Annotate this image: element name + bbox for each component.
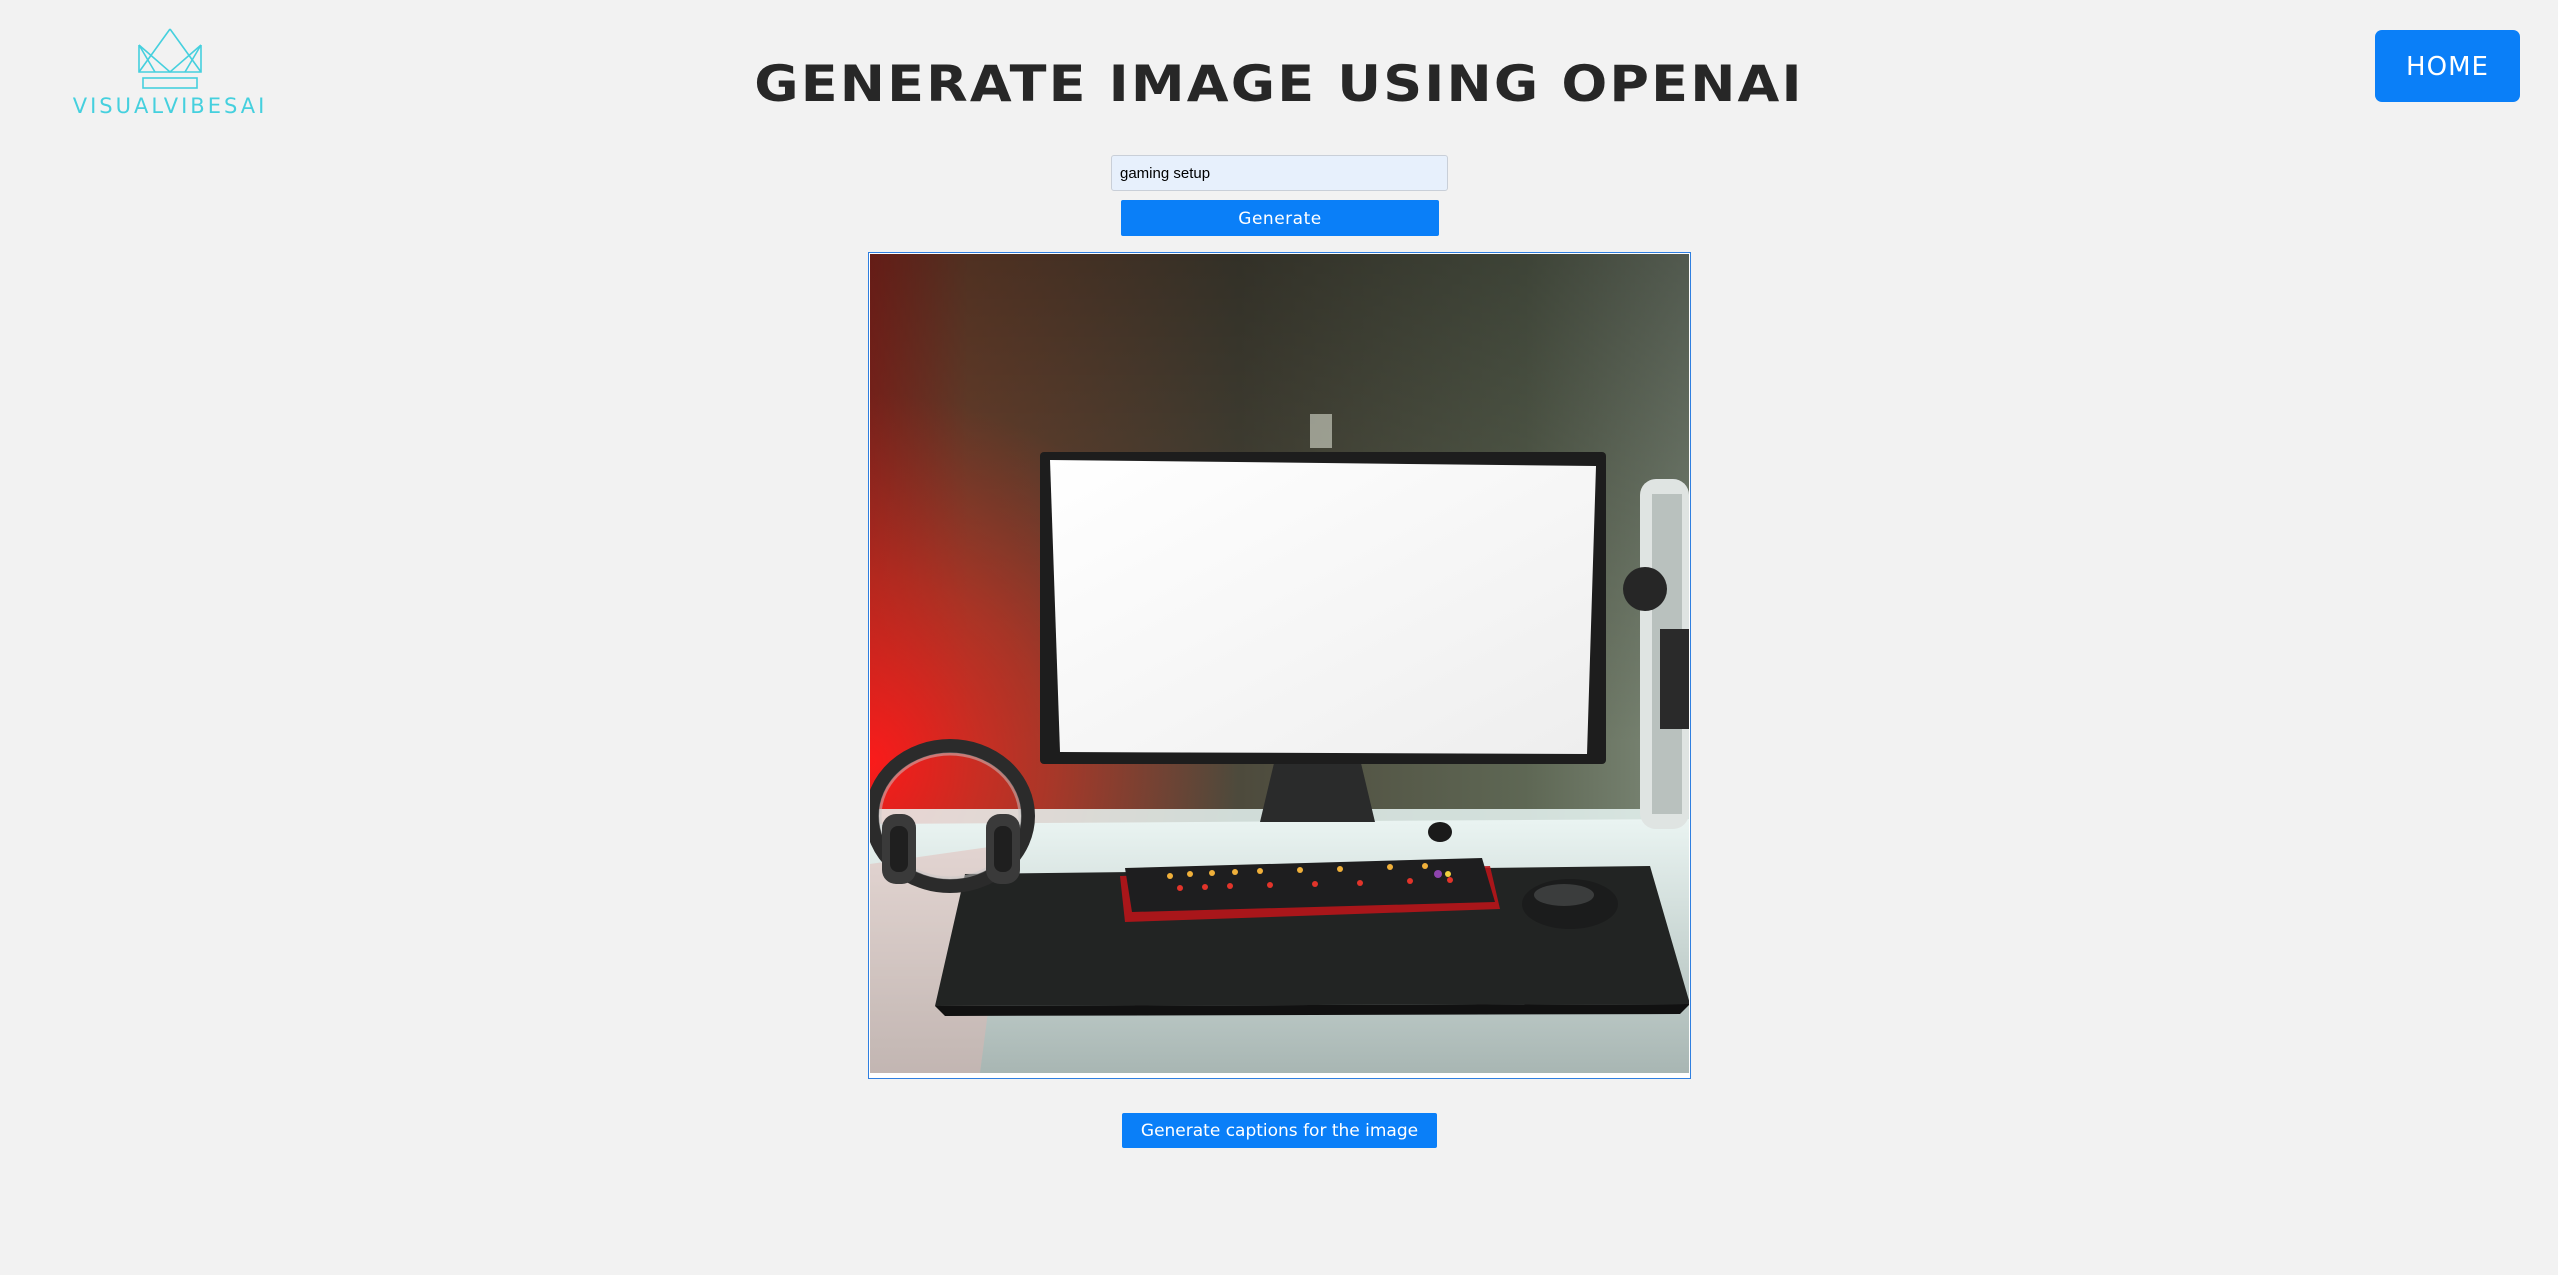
prompt-input[interactable] [1111,155,1448,191]
page-title: GENERATE IMAGE USING OPENAI [754,55,1804,113]
generated-image [870,254,1689,1073]
generate-button[interactable]: Generate [1121,200,1439,236]
home-button[interactable]: HOME [2375,30,2520,102]
generated-image-frame [868,252,1691,1079]
generate-captions-button[interactable]: Generate captions for the image [1122,1113,1437,1148]
